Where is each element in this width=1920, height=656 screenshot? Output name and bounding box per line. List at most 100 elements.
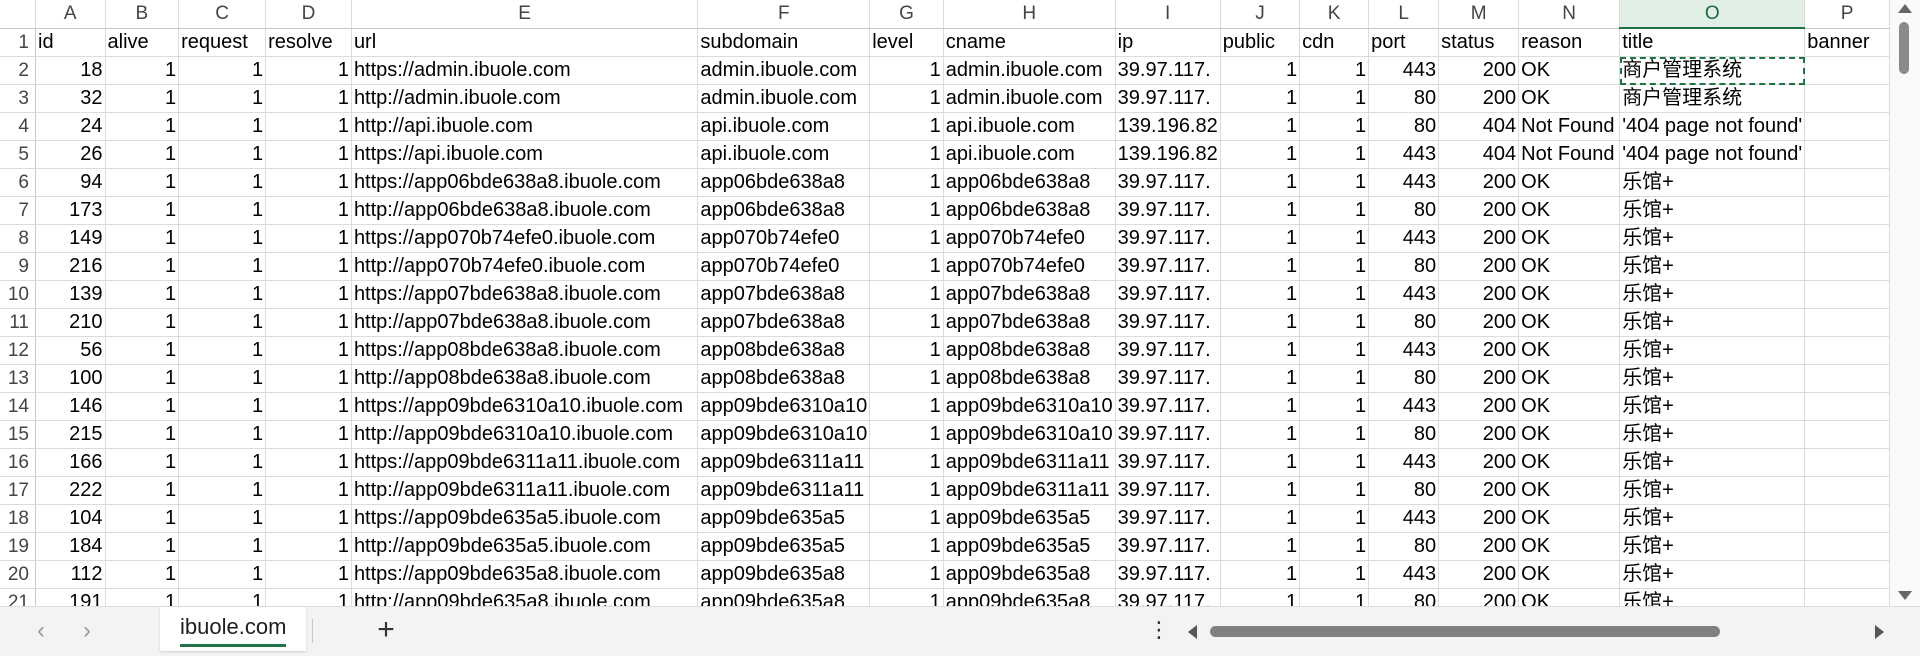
table-cell[interactable]: https://api.ibuole.com	[351, 140, 699, 169]
table-cell[interactable]: 1	[178, 196, 267, 225]
table-cell[interactable]: 1	[265, 336, 352, 365]
table-cell[interactable]: 1	[265, 392, 352, 421]
header-cell[interactable]: alive	[105, 28, 180, 57]
table-cell[interactable]: 1	[1299, 504, 1370, 533]
table-cell[interactable]: 200	[1438, 168, 1520, 197]
table-cell[interactable]: app08bde638a8	[943, 364, 1116, 393]
table-cell[interactable]: 39.97.117.	[1115, 448, 1221, 477]
table-cell[interactable]: 乐馆+	[1619, 168, 1806, 197]
table-cell[interactable]: app06bde638a8	[943, 168, 1116, 197]
row-header[interactable]: 13	[0, 364, 36, 393]
table-cell[interactable]: 1	[869, 588, 944, 606]
table-cell[interactable]: 1	[869, 532, 944, 561]
table-cell[interactable]: 1	[178, 588, 267, 606]
table-cell[interactable]: 1	[869, 336, 944, 365]
table-cell[interactable]: app08bde638a8	[697, 336, 871, 365]
row-header[interactable]: 18	[0, 504, 36, 533]
table-cell[interactable]: 1	[1220, 224, 1301, 253]
table-cell[interactable]: 1	[265, 588, 352, 606]
column-header-i[interactable]: I	[1115, 0, 1221, 29]
table-cell[interactable]: 1	[1299, 532, 1370, 561]
table-cell[interactable]	[1804, 504, 1890, 533]
column-header-h[interactable]: H	[943, 0, 1116, 29]
table-cell[interactable]: 1	[869, 84, 944, 113]
table-cell[interactable]: 1	[178, 448, 267, 477]
table-cell[interactable]: OK	[1518, 56, 1621, 85]
table-cell[interactable]: OK	[1518, 280, 1621, 309]
table-cell[interactable]: 443	[1368, 140, 1440, 169]
table-cell[interactable]	[1804, 140, 1890, 169]
table-cell[interactable]: OK	[1518, 224, 1621, 253]
table-cell[interactable]: 1	[1220, 196, 1301, 225]
table-cell[interactable]: 1	[1299, 112, 1370, 141]
table-cell[interactable]: https://app070b74efe0.ibuole.com	[351, 224, 699, 253]
table-cell[interactable]: 39.97.117.	[1115, 588, 1221, 606]
table-cell[interactable]: OK	[1518, 252, 1621, 281]
table-cell[interactable]: http://app08bde638a8.ibuole.com	[351, 364, 699, 393]
table-cell[interactable]: 乐馆+	[1619, 420, 1806, 449]
table-cell[interactable]: app09bde635a5	[943, 532, 1116, 561]
table-cell[interactable]: 26	[35, 140, 106, 169]
table-cell[interactable]: 1	[869, 504, 944, 533]
table-cell[interactable]: https://app09bde6310a10.ibuole.com	[351, 392, 699, 421]
table-cell[interactable]: 1	[178, 336, 267, 365]
header-cell[interactable]: url	[351, 28, 699, 57]
table-cell[interactable]: 1	[869, 392, 944, 421]
table-cell[interactable]: 1	[1299, 168, 1370, 197]
table-cell[interactable]: app07bde638a8	[697, 280, 871, 309]
table-cell[interactable]	[1804, 112, 1890, 141]
table-cell[interactable]	[1804, 56, 1890, 85]
table-cell[interactable]: 1	[1299, 448, 1370, 477]
table-cell[interactable]	[1804, 588, 1890, 606]
table-cell[interactable]: 1	[869, 308, 944, 337]
table-cell[interactable]: 112	[35, 560, 106, 589]
table-cell[interactable]: 1	[265, 420, 352, 449]
column-header-o[interactable]: O	[1619, 0, 1806, 29]
table-cell[interactable]: 乐馆+	[1619, 308, 1806, 337]
table-cell[interactable]: 1	[105, 308, 180, 337]
table-cell[interactable]: 443	[1368, 448, 1440, 477]
table-cell[interactable]: 39.97.117.	[1115, 504, 1221, 533]
table-cell[interactable]: 1	[1220, 336, 1301, 365]
table-cell[interactable]	[1804, 84, 1890, 113]
row-header[interactable]: 1	[0, 28, 36, 57]
table-cell[interactable]: 1	[265, 364, 352, 393]
table-cell[interactable]	[1804, 392, 1890, 421]
table-cell[interactable]: 1	[1220, 84, 1301, 113]
table-cell[interactable]: 1	[1299, 84, 1370, 113]
table-cell[interactable]: 443	[1368, 224, 1440, 253]
table-cell[interactable]: 443	[1368, 392, 1440, 421]
table-cell[interactable]: 1	[1299, 140, 1370, 169]
table-cell[interactable]: 80	[1368, 588, 1440, 606]
table-cell[interactable]: 1	[178, 532, 267, 561]
table-cell[interactable]: app09bde635a8	[943, 588, 1116, 606]
table-cell[interactable]: 1	[1220, 252, 1301, 281]
table-cell[interactable]	[1804, 476, 1890, 505]
table-cell[interactable]: 1	[869, 420, 944, 449]
table-cell[interactable]: 1	[869, 252, 944, 281]
table-cell[interactable]: 80	[1368, 252, 1440, 281]
table-cell[interactable]: 1	[178, 280, 267, 309]
table-cell[interactable]: 1	[105, 224, 180, 253]
table-cell[interactable]: 1	[178, 224, 267, 253]
table-cell[interactable]: 1	[265, 560, 352, 589]
table-cell[interactable]: app07bde638a8	[697, 308, 871, 337]
more-options-icon[interactable]: ⋮	[1148, 617, 1170, 645]
table-cell[interactable]: 1	[1220, 112, 1301, 141]
table-cell[interactable]: 1	[105, 84, 180, 113]
table-cell[interactable]: app09bde635a5	[697, 532, 871, 561]
table-cell[interactable]: 1	[105, 112, 180, 141]
active-cell[interactable]: 商户管理系统	[1619, 56, 1806, 85]
table-cell[interactable]: http://app09bde635a5.ibuole.com	[351, 532, 699, 561]
table-cell[interactable]: 200	[1438, 504, 1520, 533]
table-cell[interactable]: 乐馆+	[1619, 364, 1806, 393]
table-cell[interactable]: app09bde6311a11	[943, 476, 1116, 505]
add-sheet-button[interactable]: +	[370, 615, 402, 647]
table-cell[interactable]: 1	[265, 84, 352, 113]
row-header[interactable]: 3	[0, 84, 36, 113]
table-cell[interactable]: 1	[178, 252, 267, 281]
header-cell[interactable]: public	[1220, 28, 1301, 57]
table-cell[interactable]: 1	[1299, 392, 1370, 421]
table-cell[interactable]: 1	[178, 112, 267, 141]
column-header-f[interactable]: F	[697, 0, 871, 29]
